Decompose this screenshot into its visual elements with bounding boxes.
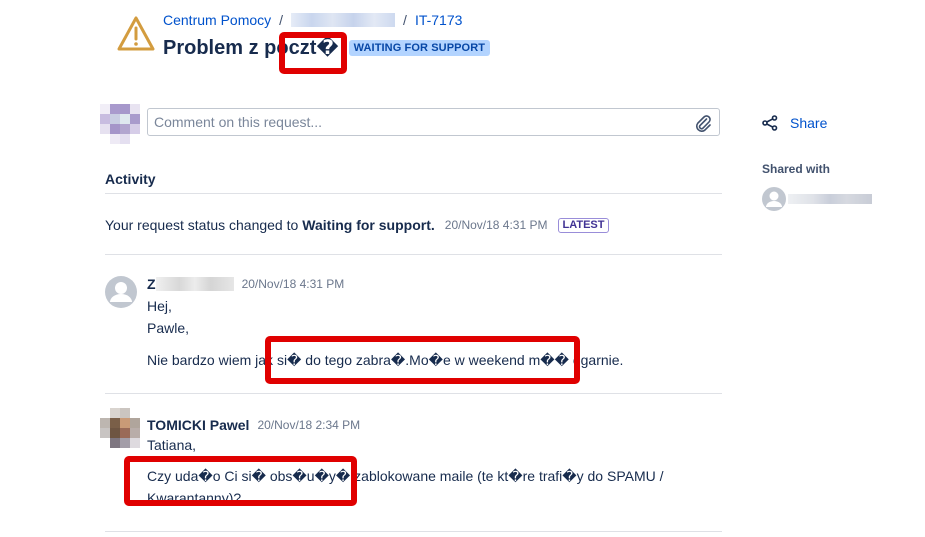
share-icon	[762, 115, 778, 131]
comment-line: Pawle,	[147, 320, 190, 336]
breadcrumb-project-link-redacted[interactable]	[291, 13, 396, 27]
default-avatar-icon	[762, 187, 786, 211]
paperclip-icon[interactable]	[694, 114, 712, 132]
comment-author: Z	[147, 276, 156, 292]
divider	[105, 254, 722, 255]
share-label: Share	[790, 115, 828, 131]
divider	[105, 531, 722, 532]
breadcrumb: Centrum Pomocy / / IT-7173	[163, 12, 462, 28]
author-name-redacted	[155, 277, 234, 291]
divider	[105, 193, 722, 194]
comment-timestamp: 20/Nov/18 2:34 PM	[257, 418, 361, 432]
comment-line: Tatiana,	[147, 437, 197, 453]
redaction-box	[265, 336, 580, 384]
default-avatar-icon	[105, 276, 137, 308]
shared-user-name-redacted	[788, 194, 872, 204]
comment-input[interactable]	[147, 108, 720, 136]
breadcrumb-separator: /	[279, 12, 284, 28]
status-change-text: Your request status changed to	[105, 217, 299, 233]
breadcrumb-root-link[interactable]: Centrum Pomocy	[163, 12, 271, 28]
shared-with-heading: Shared with	[762, 162, 831, 176]
redaction-box	[124, 456, 357, 506]
timestamp: 20/Nov/18 4:31 PM	[444, 218, 548, 232]
user-avatar	[100, 104, 140, 144]
status-change-entry: Your request status changed to Waiting f…	[105, 217, 610, 233]
comment-timestamp: 20/Nov/18 4:31 PM	[241, 277, 345, 291]
redaction-box	[279, 32, 347, 74]
divider	[105, 393, 722, 394]
comment-author: TOMICKI Pawel	[147, 417, 250, 433]
breadcrumb-issue-key-link[interactable]: IT-7173	[415, 12, 462, 28]
status-change-value: Waiting for support.	[302, 217, 435, 233]
breadcrumb-separator: /	[403, 12, 407, 28]
latest-badge: LATEST	[557, 217, 610, 233]
share-button[interactable]: Share	[762, 115, 827, 131]
comment-line: Hej,	[147, 298, 172, 314]
activity-heading: Activity	[105, 171, 156, 187]
warning-triangle-icon	[117, 16, 155, 51]
shared-user	[762, 187, 872, 211]
status-badge: WAITING FOR SUPPORT	[348, 39, 491, 56]
commenter-avatar	[100, 408, 140, 448]
